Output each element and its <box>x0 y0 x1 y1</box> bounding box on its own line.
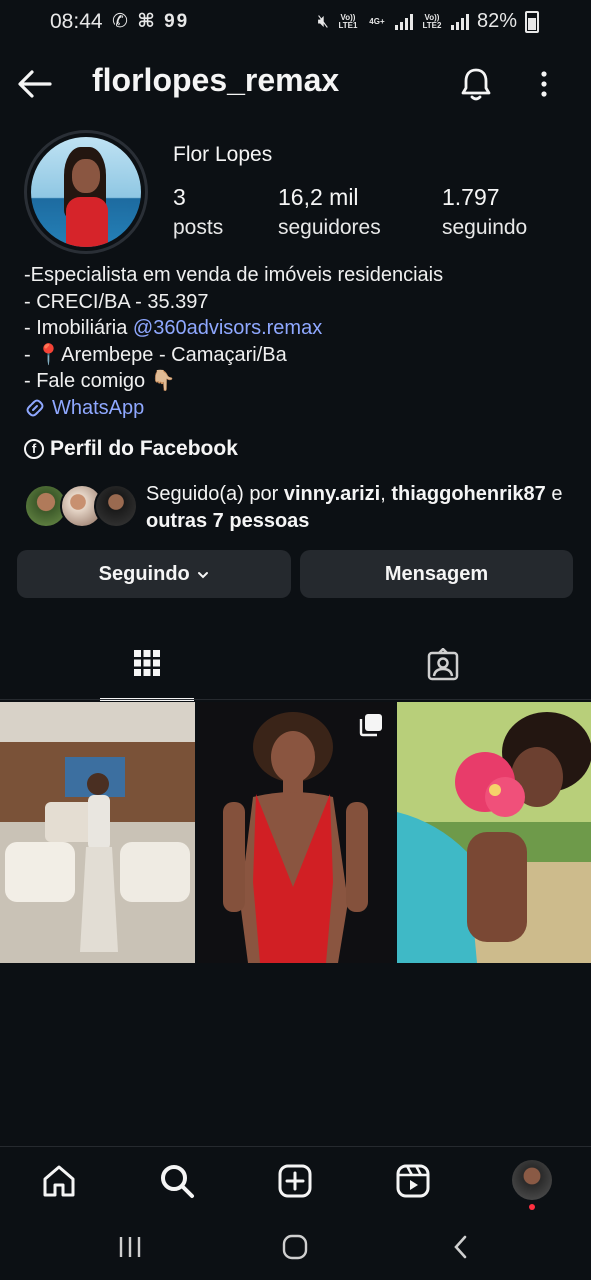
profile-username: florlopes_remax <box>92 62 340 98</box>
own-profile-avatar[interactable] <box>512 1160 552 1200</box>
follower-username[interactable]: vinny.arizi <box>284 483 380 505</box>
tab-divider <box>0 699 591 700</box>
sim1-label: Vo)) LTE1 <box>338 12 358 30</box>
others-count[interactable]: outras 7 pessoas <box>146 510 309 532</box>
bio-text: - <box>24 343 37 366</box>
battery-level: 82% <box>476 10 517 32</box>
bio-text: Arembepe - Camaçari/Ba <box>61 343 287 366</box>
post-image <box>397 702 591 963</box>
bell-icon[interactable] <box>458 66 494 102</box>
following-count[interactable]: 1.797 <box>442 184 500 211</box>
post-thumbnail[interactable] <box>198 702 394 963</box>
following-button-label: Seguindo <box>98 563 190 585</box>
reels-icon[interactable] <box>395 1163 431 1199</box>
followers-label[interactable]: seguidores <box>278 216 381 240</box>
posts-label[interactable]: posts <box>173 216 223 240</box>
facebook-profile-link[interactable]: f Perfil do Facebook <box>24 437 238 461</box>
tagged-photos-icon[interactable] <box>426 648 460 682</box>
link-icon <box>26 399 44 417</box>
back-button-icon[interactable] <box>450 1234 472 1260</box>
bio-link-row[interactable]: WhatsApp <box>24 395 564 422</box>
multiple-photos-icon <box>359 714 382 737</box>
bio-text: - Imobiliária <box>24 317 133 339</box>
recent-apps-icon[interactable] <box>117 1234 143 1260</box>
follower-avatar[interactable] <box>94 484 138 528</box>
profile-avatar[interactable] <box>31 137 141 247</box>
system-navigation-bar <box>0 1218 591 1280</box>
more-options-icon[interactable] <box>536 70 552 100</box>
status-right-icons: 🔇︎ Vo)) LTE1 4G+ Vo)) LTE2 82% <box>318 10 539 33</box>
back-arrow-icon[interactable] <box>18 68 52 100</box>
search-icon[interactable] <box>159 1163 195 1199</box>
followed-by-prefix: Seguido(a) por <box>146 483 284 505</box>
bio-line: -Especialista em venda de imóveis reside… <box>24 264 444 286</box>
bio-line: - 📍Arembepe - Camaçari/Ba <box>24 342 564 369</box>
status-notification-icons: ✆ ⌘ 99 <box>112 11 190 32</box>
followed-by-text[interactable]: Seguido(a) por vinny.arizi, thiaggohenri… <box>146 481 566 535</box>
post-image <box>198 702 394 963</box>
following-button[interactable]: Seguindo <box>17 550 291 598</box>
chevron-down-icon <box>198 571 209 579</box>
status-time: 08:44 <box>50 10 103 33</box>
bio-line: - CRECI/BA - 35.397 <box>24 290 209 313</box>
bottom-navigation <box>0 1146 591 1219</box>
status-bar: 08:44 ✆ ⌘ 99 🔇︎ Vo)) LTE1 4G+ Vo)) LTE2 … <box>0 0 591 44</box>
home-icon[interactable] <box>41 1163 77 1199</box>
sim2-label: Vo)) LTE2 <box>422 12 442 30</box>
bio-line: - Imobiliária @360advisors.remax <box>24 315 564 342</box>
signal-icon <box>394 13 413 30</box>
bio-text: - Fale comigo <box>24 370 151 392</box>
pin-icon: 📍 <box>36 343 62 366</box>
pointing-down-icon: 👇🏼 <box>150 370 176 392</box>
bio-line: - Fale comigo 👇🏼 <box>24 368 564 395</box>
home-button-icon[interactable] <box>282 1234 308 1260</box>
tab-grid[interactable] <box>100 640 194 701</box>
following-label[interactable]: seguindo <box>442 216 527 240</box>
post-thumbnail[interactable] <box>0 702 195 963</box>
followers-count[interactable]: 16,2 mil <box>278 184 359 211</box>
post-image <box>0 702 195 963</box>
facebook-link-label: Perfil do Facebook <box>50 437 238 460</box>
separator: , <box>380 483 392 505</box>
whatsapp-link[interactable]: WhatsApp <box>52 395 144 422</box>
battery-icon <box>525 10 539 33</box>
notification-dot <box>529 1204 535 1210</box>
separator: e <box>545 483 563 505</box>
follower-username[interactable]: thiaggohenrik87 <box>391 483 545 505</box>
mention-link[interactable]: @360advisors.remax <box>133 317 322 339</box>
create-post-icon[interactable] <box>277 1163 313 1199</box>
facebook-icon: f <box>24 439 44 459</box>
message-button[interactable]: Mensagem <box>300 550 573 598</box>
posts-count[interactable]: 3 <box>173 184 186 211</box>
post-thumbnail[interactable] <box>397 702 591 963</box>
grid-icon <box>134 650 160 676</box>
profile-bio: -Especialista em venda de imóveis reside… <box>24 262 564 421</box>
signal-icon-2 <box>450 13 469 30</box>
mute-icon: 🔇︎ <box>317 11 329 31</box>
profile-full-name: Flor Lopes <box>173 143 273 166</box>
network-type: 4G+ <box>369 16 385 26</box>
